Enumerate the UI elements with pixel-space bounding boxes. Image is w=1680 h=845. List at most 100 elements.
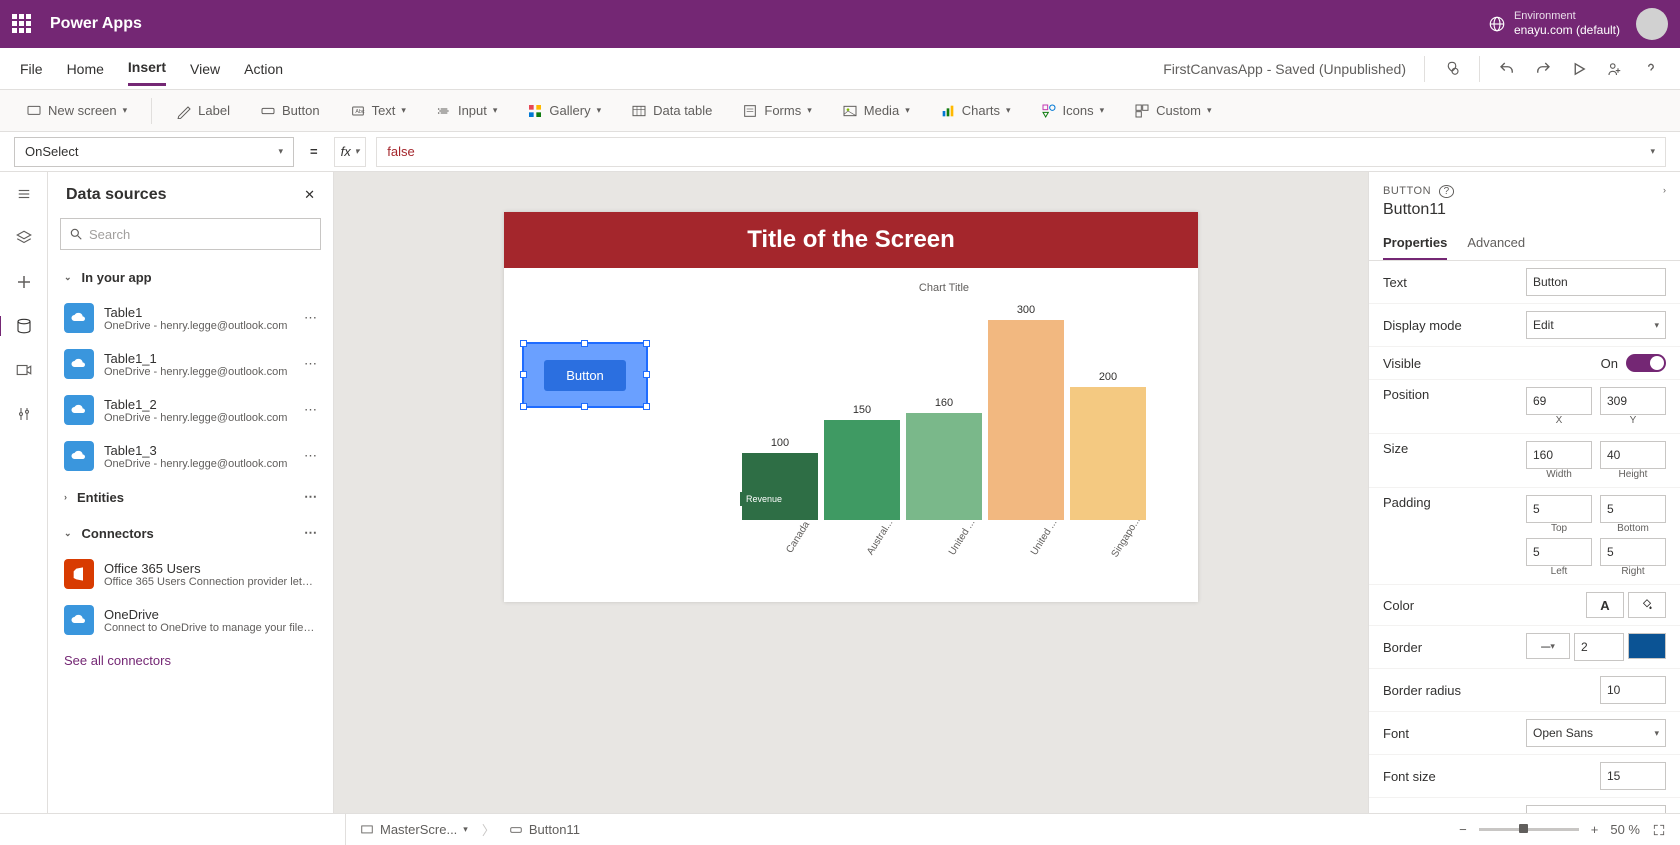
prop-display-mode[interactable]: Edit▾	[1526, 311, 1666, 339]
close-icon[interactable]: ✕	[304, 187, 315, 203]
new-screen-button[interactable]: New screen▾	[20, 99, 133, 123]
table-row[interactable]: Table1_3OneDrive - henry.legge@outlook.c…	[48, 433, 333, 479]
button-insert[interactable]: Button	[254, 99, 326, 123]
media-dropdown[interactable]: Media▾	[836, 99, 916, 123]
rail-data-icon[interactable]	[0, 316, 34, 336]
menu-file[interactable]: File	[20, 53, 43, 85]
button-icon	[260, 103, 276, 119]
prop-font-size[interactable]: 15	[1600, 762, 1666, 790]
prop-pad-top[interactable]: 5	[1526, 495, 1592, 523]
prop-text[interactable]: Button	[1526, 268, 1666, 296]
rail-media-icon[interactable]	[14, 360, 34, 380]
prop-pad-bottom[interactable]: 5	[1600, 495, 1666, 523]
screen-title-bar[interactable]: Title of the Screen	[504, 212, 1198, 268]
menu-action[interactable]: Action	[244, 53, 283, 85]
selected-button-control[interactable]: Button	[522, 342, 648, 408]
button-icon	[509, 823, 523, 837]
app-checker-icon[interactable]	[1443, 60, 1461, 78]
see-all-connectors-link[interactable]: See all connectors	[48, 643, 333, 678]
border-radius[interactable]: 10	[1600, 676, 1666, 704]
zoom-in-icon[interactable]: +	[1591, 822, 1599, 837]
charts-dropdown[interactable]: Charts▾	[934, 99, 1017, 123]
prop-font-weight[interactable]: Semibold	[1526, 805, 1666, 813]
border-style[interactable]: ─ ▾	[1526, 633, 1570, 659]
icons-dropdown[interactable]: Icons▾	[1035, 99, 1111, 123]
help-icon[interactable]	[1642, 60, 1660, 78]
more-icon[interactable]: ⋯	[304, 402, 317, 418]
prop-y[interactable]: 309	[1600, 387, 1666, 415]
environment-name: enayu.com (default)	[1514, 23, 1620, 37]
rail-tools-icon[interactable]	[14, 404, 34, 424]
prop-x[interactable]: 69	[1526, 387, 1592, 415]
more-icon[interactable]: ⋯	[304, 525, 317, 541]
forms-dropdown[interactable]: Forms▾	[736, 99, 817, 123]
data-table-button[interactable]: Data table	[625, 99, 718, 123]
property-selector[interactable]: OnSelect▾	[14, 137, 294, 167]
custom-dropdown[interactable]: Custom▾	[1128, 99, 1217, 123]
table-row[interactable]: Table1_1OneDrive - henry.legge@outlook.c…	[48, 341, 333, 387]
breadcrumb-element[interactable]: Button11	[509, 822, 580, 837]
globe-icon	[1488, 15, 1506, 33]
prop-pad-right[interactable]: 5	[1600, 538, 1666, 566]
more-icon[interactable]: ⋯	[304, 448, 317, 464]
share-icon[interactable]	[1606, 60, 1624, 78]
collapse-icon[interactable]: ›	[1663, 185, 1666, 195]
label-button[interactable]: Label	[170, 99, 236, 123]
border-color[interactable]	[1628, 633, 1666, 659]
font-color-swatch[interactable]: A	[1586, 592, 1624, 618]
play-icon[interactable]	[1570, 60, 1588, 78]
fx-button[interactable]: fx▾	[334, 137, 367, 167]
border-width[interactable]: 2	[1574, 633, 1624, 661]
redo-icon[interactable]	[1534, 60, 1552, 78]
rail-add-icon[interactable]	[14, 272, 34, 292]
ribbon: New screen▾ Label Button Abc Text▾ Input…	[0, 90, 1680, 132]
rail-tree-icon[interactable]	[14, 184, 34, 204]
table-row[interactable]: Table1OneDrive - henry.legge@outlook.com…	[48, 295, 333, 341]
gallery-dropdown[interactable]: Gallery▾	[521, 99, 607, 123]
onedrive-icon	[64, 349, 94, 379]
prop-font[interactable]: Open Sans▾	[1526, 719, 1666, 747]
formula-bar: OnSelect▾ = fx▾ false▾	[0, 132, 1680, 172]
input-dropdown[interactable]: Input▾	[430, 99, 503, 123]
zoom-slider[interactable]	[1479, 828, 1579, 831]
menu-view[interactable]: View	[190, 53, 220, 85]
environment-picker[interactable]: Environment enayu.com (default)	[1488, 10, 1620, 38]
text-dropdown[interactable]: Abc Text▾	[344, 99, 412, 123]
undo-icon[interactable]	[1498, 60, 1516, 78]
search-input[interactable]: Search	[60, 218, 321, 250]
screen[interactable]: Title of the Screen Button Chart Title R…	[504, 212, 1198, 602]
equals-sign: =	[304, 144, 324, 159]
formula-input[interactable]: false▾	[376, 137, 1666, 167]
more-icon[interactable]: ⋯	[304, 489, 317, 505]
prop-width[interactable]: 160	[1526, 441, 1592, 469]
app-launcher-icon[interactable]	[12, 14, 32, 34]
menu-insert[interactable]: Insert	[128, 51, 166, 86]
connector-row[interactable]: Office 365 UsersOffice 365 Users Connect…	[48, 551, 333, 597]
menu-home[interactable]: Home	[67, 53, 104, 85]
connector-row[interactable]: OneDriveConnect to OneDrive to manage yo…	[48, 597, 333, 643]
screen-icon	[26, 103, 42, 119]
document-title: FirstCanvasApp - Saved (Unpublished)	[1163, 61, 1406, 77]
breadcrumb-screen[interactable]: MasterScre...▾	[360, 822, 468, 837]
table-row[interactable]: Table1_2OneDrive - henry.legge@outlook.c…	[48, 387, 333, 433]
prop-pad-left[interactable]: 5	[1526, 538, 1592, 566]
charts-icon	[940, 103, 956, 119]
section-in-your-app[interactable]: ⌄In your app	[48, 260, 333, 295]
info-icon[interactable]: ?	[1439, 185, 1455, 198]
rail-layers-icon[interactable]	[14, 228, 34, 248]
prop-height[interactable]: 40	[1600, 441, 1666, 469]
canvas[interactable]: Title of the Screen Button Chart Title R…	[334, 172, 1368, 813]
visible-toggle[interactable]	[1626, 354, 1666, 372]
tab-properties[interactable]: Properties	[1383, 227, 1447, 260]
more-icon[interactable]: ⋯	[304, 310, 317, 326]
avatar[interactable]	[1636, 8, 1668, 40]
section-connectors[interactable]: ⌄Connectors ⋯	[48, 515, 333, 551]
section-entities[interactable]: ›Entities ⋯	[48, 479, 333, 515]
zoom-out-icon[interactable]: −	[1459, 822, 1467, 837]
more-icon[interactable]: ⋯	[304, 356, 317, 372]
fill-color-swatch[interactable]	[1628, 592, 1666, 618]
tab-advanced[interactable]: Advanced	[1467, 227, 1525, 260]
fit-icon[interactable]	[1652, 823, 1666, 837]
input-icon	[436, 103, 452, 119]
column-chart[interactable]: Chart Title Revenue 100150160300200 Cana…	[704, 282, 1184, 592]
